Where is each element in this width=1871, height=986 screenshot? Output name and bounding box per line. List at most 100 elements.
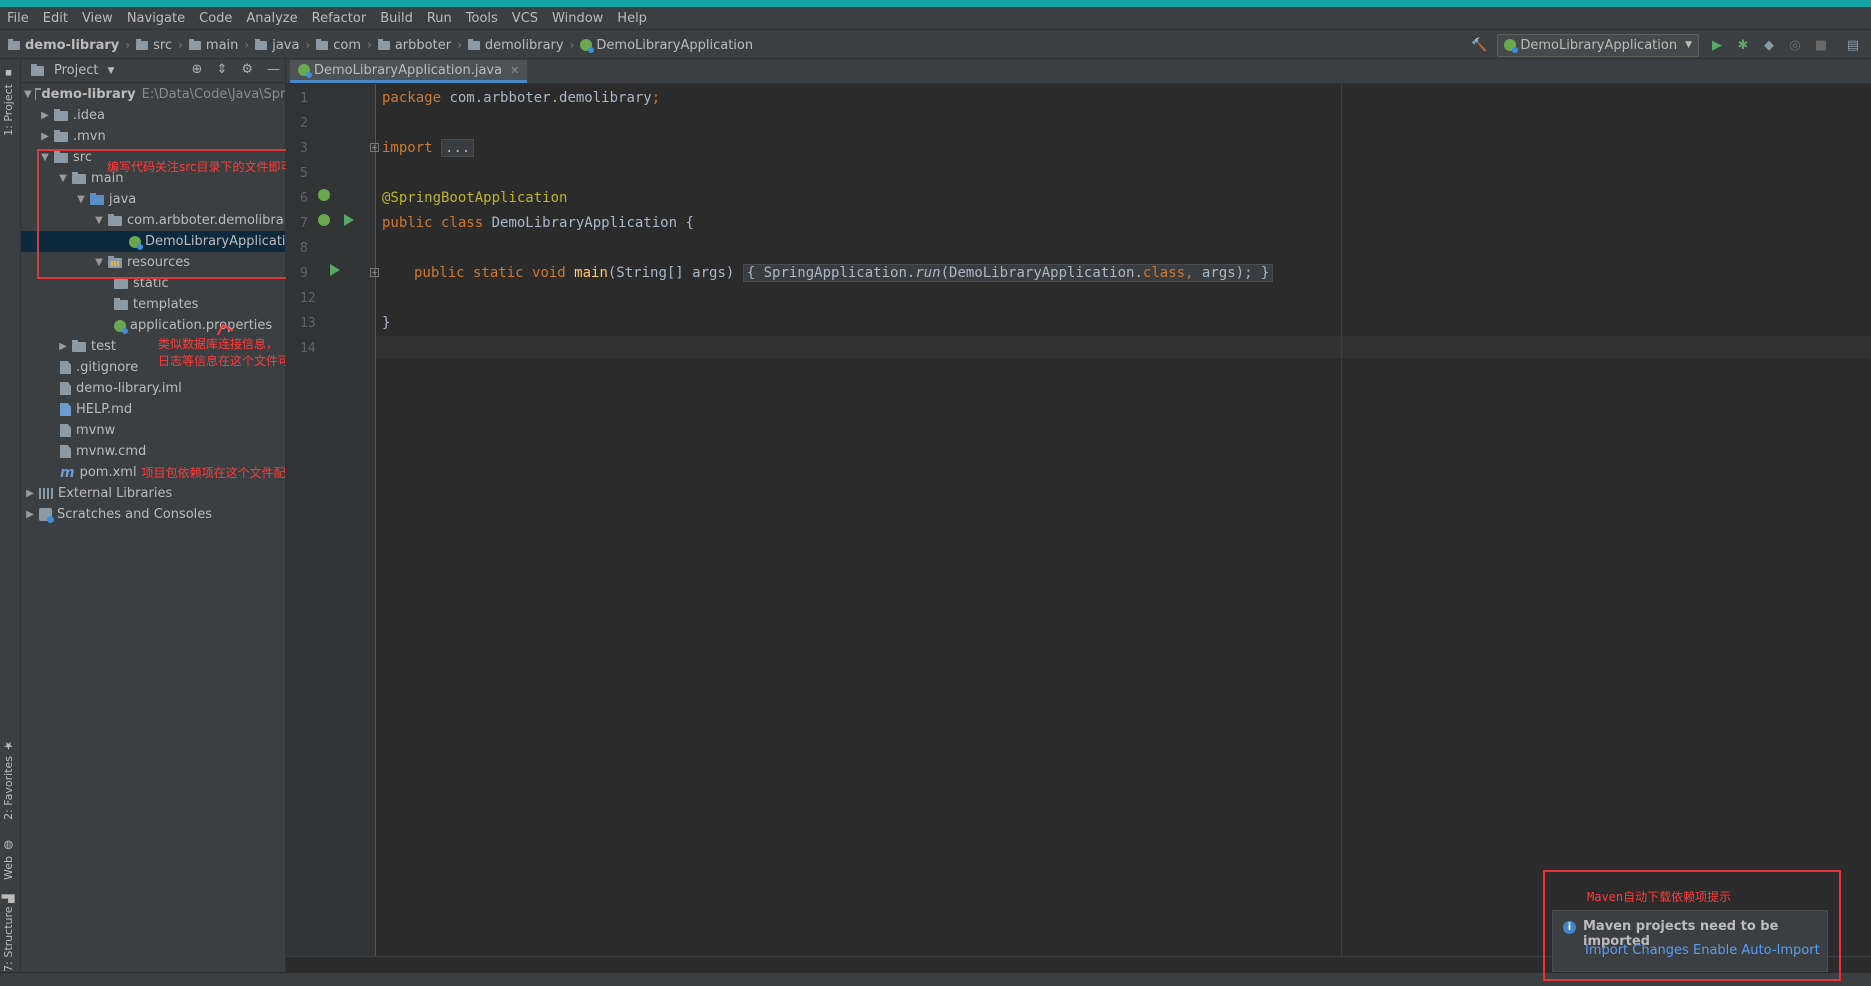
build-hammer-icon[interactable]: 🔨	[1471, 37, 1487, 53]
gear-icon[interactable]: ⚙	[241, 62, 253, 77]
tree-item-package[interactable]: ▼ com.arbboter.demolibrary	[21, 210, 285, 231]
menu-help[interactable]: Help	[610, 11, 654, 26]
editor-gutter: 1 2 3 5 6 7 8 9 12 13 14 + +	[286, 84, 379, 956]
project-structure-icon[interactable]: ▤	[1845, 37, 1861, 53]
folder-icon	[136, 38, 149, 50]
folder-icon	[316, 38, 329, 50]
tree-item-scratches[interactable]: ▶ Scratches and Consoles	[21, 504, 285, 525]
breadcrumb-demo-library[interactable]: demo-library	[8, 38, 119, 53]
breadcrumb-main[interactable]: main	[188, 38, 238, 53]
chevron-down-icon[interactable]: ▼	[39, 152, 51, 163]
tab-project[interactable]: 1: Project ▪	[2, 67, 15, 136]
import-changes-link[interactable]: Import Changes	[1585, 943, 1689, 958]
menu-window[interactable]: Window	[545, 11, 610, 26]
run-gutter-icon[interactable]	[330, 264, 340, 276]
chevron-right-icon[interactable]: ▶	[57, 341, 69, 352]
tab-favorites[interactable]: 2: Favorites ★	[2, 739, 15, 820]
window-title-bar	[0, 0, 1871, 7]
chevron-down-icon[interactable]: ▼	[57, 173, 69, 184]
tree-item-external-libraries[interactable]: ▶ External Libraries	[21, 483, 285, 504]
tree-item-mvn[interactable]: ▶ .mvn	[21, 126, 285, 147]
file-icon	[60, 445, 71, 458]
fold-marker-icon[interactable]: +	[370, 268, 379, 277]
chevron-right-icon[interactable]: ▶	[39, 110, 51, 121]
line-number: 1	[300, 91, 308, 106]
run-icon[interactable]: ▶	[1709, 37, 1725, 53]
line-number: 12	[300, 291, 316, 306]
breadcrumb-src[interactable]: src	[136, 38, 172, 53]
line-number: 14	[300, 341, 316, 356]
menu-build[interactable]: Build	[373, 11, 420, 26]
menu-file[interactable]: File	[0, 11, 36, 26]
tree-item-static[interactable]: static	[21, 273, 285, 294]
code-line-3: import ...	[382, 139, 475, 157]
tab-demolibraryapplication-java[interactable]: DemoLibraryApplication.java ✕	[290, 60, 528, 83]
menu-edit[interactable]: Edit	[36, 11, 75, 26]
code-editor[interactable]: package com.arbboter.demolibrary; import…	[382, 84, 1342, 956]
tab-structure[interactable]: 7: Structure ▟	[2, 894, 15, 972]
chevron-down-icon[interactable]: ▼	[24, 89, 32, 100]
spring-bean-icon[interactable]	[318, 214, 330, 226]
run-gutter-icon[interactable]	[344, 214, 354, 226]
chevron-right-icon[interactable]: ▶	[24, 509, 36, 520]
chevron-down-icon[interactable]: ▼	[93, 257, 105, 268]
menu-run[interactable]: Run	[420, 11, 459, 26]
tree-item-idea[interactable]: ▶ .idea	[21, 105, 285, 126]
breadcrumb-com[interactable]: com	[316, 38, 361, 53]
chevron-down-icon[interactable]: ▼	[93, 215, 105, 226]
spring-boot-class-icon	[298, 64, 312, 78]
fold-marker-icon[interactable]: +	[370, 143, 379, 152]
line-number: 6	[300, 191, 308, 206]
code-line-1: package com.arbboter.demolibrary;	[382, 90, 661, 106]
tree-item-mvnw-cmd[interactable]: mvnw.cmd	[21, 441, 285, 462]
file-icon	[60, 424, 71, 437]
menu-view[interactable]: View	[75, 11, 120, 26]
breadcrumb-java[interactable]: java	[255, 38, 299, 53]
tree-item-java[interactable]: ▼ java	[21, 189, 285, 210]
folded-imports[interactable]: ...	[441, 139, 475, 157]
collapse-all-icon[interactable]: ⇕	[216, 62, 227, 77]
enable-auto-import-link[interactable]: Enable Auto-Import	[1693, 943, 1820, 958]
menu-vcs[interactable]: VCS	[505, 11, 545, 26]
debug-bug-icon[interactable]: ✱	[1735, 37, 1751, 53]
chevron-right-icon[interactable]: ▶	[24, 488, 36, 499]
spring-bean-icon[interactable]	[318, 189, 330, 201]
menu-analyze[interactable]: Analyze	[239, 11, 304, 26]
menu-navigate[interactable]: Navigate	[120, 11, 192, 26]
menu-refactor[interactable]: Refactor	[305, 11, 374, 26]
locate-target-icon[interactable]: ⊕	[192, 62, 203, 77]
tree-item-templates[interactable]: templates	[21, 294, 285, 315]
tree-item-help-md[interactable]: HELP.md	[21, 399, 285, 420]
run-configuration-select[interactable]: DemoLibraryApplication ▼	[1497, 33, 1699, 57]
tree-item-pom-xml[interactable]: m pom.xml 项目包依赖项在这个文件配置	[21, 462, 285, 483]
chevron-right-icon[interactable]: ▶	[39, 131, 51, 142]
coverage-shield-icon[interactable]: ◆	[1761, 37, 1777, 53]
library-icon	[39, 488, 53, 499]
tree-item-mvnw[interactable]: mvnw	[21, 420, 285, 441]
profile-icon[interactable]: ◎	[1787, 37, 1803, 53]
module-icon	[8, 38, 20, 50]
chevron-down-icon[interactable]: ▼	[75, 194, 87, 205]
tree-item-iml[interactable]: demo-library.iml	[21, 378, 285, 399]
tree-item-demo-library[interactable]: ▼ demo-library E:\Data\Code\Java\Spri	[21, 84, 285, 105]
folder-icon	[114, 276, 128, 289]
folder-icon	[467, 38, 480, 50]
breadcrumb-demolibrary[interactable]: demolibrary	[467, 38, 564, 53]
file-icon	[60, 361, 71, 374]
globe-icon: ◍	[2, 839, 15, 852]
tree-item-resources[interactable]: ▼ resources	[21, 252, 285, 273]
folded-method-body[interactable]: { SpringApplication.run(DemoLibraryAppli…	[742, 264, 1274, 282]
stop-icon[interactable]: ■	[1813, 37, 1829, 53]
minimize-icon[interactable]: —	[267, 62, 280, 77]
tree-item-application-properties[interactable]: application.properties	[21, 315, 285, 336]
notification-annotation: Maven自动下载依赖项提示	[1587, 890, 1732, 904]
breadcrumb-arbboter[interactable]: arbboter	[377, 38, 451, 53]
tree-item-main-class[interactable]: DemoLibraryApplicatio	[21, 231, 285, 252]
code-line-9: public static void main(String[] args) {…	[414, 264, 1274, 282]
close-icon[interactable]: ✕	[510, 64, 519, 77]
breadcrumb-class[interactable]: DemoLibraryApplication	[580, 38, 753, 53]
tab-web[interactable]: Web ◍	[2, 839, 15, 880]
menu-code[interactable]: Code	[192, 11, 239, 26]
project-view-selector[interactable]: Project ▼	[21, 63, 114, 78]
menu-tools[interactable]: Tools	[459, 11, 505, 26]
